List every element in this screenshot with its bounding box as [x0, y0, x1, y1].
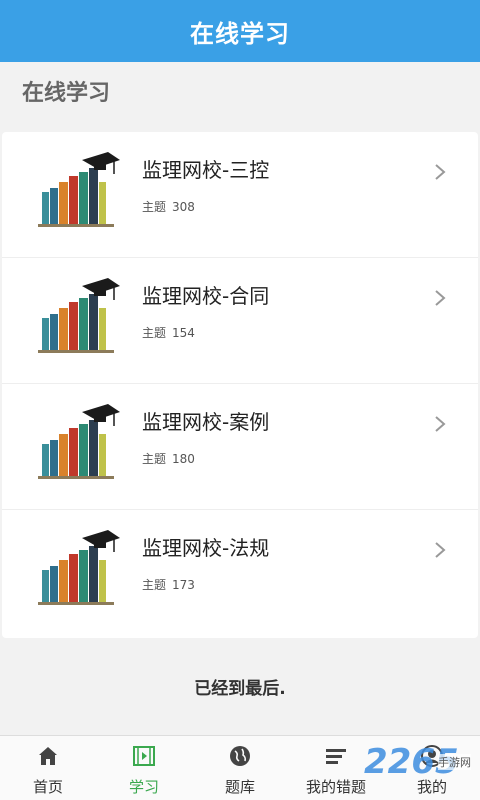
books-graduation-cap-icon [38, 278, 120, 353]
tab-my-mistakes[interactable]: 我的错题 [288, 736, 384, 800]
section-header: 在线学习 [0, 62, 480, 120]
tab-label: 我的 [416, 778, 447, 796]
meta-label: 主题 [142, 200, 167, 214]
end-of-list-note: 已经到最后. [0, 658, 480, 714]
globe-icon [230, 746, 250, 766]
list-icon [326, 749, 346, 764]
chevron-right-icon [435, 416, 446, 432]
topic-count: 154 [172, 326, 195, 340]
books-graduation-cap-icon [38, 404, 120, 479]
home-icon [39, 747, 57, 765]
app-header: 在线学习 [0, 0, 480, 62]
chevron-right-icon [435, 290, 446, 306]
meta-label: 主题 [142, 578, 167, 592]
course-meta: 主题 180 [142, 450, 195, 467]
section-title: 在线学习 [22, 81, 111, 106]
bottom-tab-bar: 首页 学习 题库 我的错题 我的 [0, 735, 480, 800]
topic-count: 173 [172, 578, 195, 592]
tab-label: 题库 [224, 778, 255, 796]
chevron-right-icon [435, 164, 446, 180]
tab-home[interactable]: 首页 [0, 736, 96, 800]
course-item[interactable]: 监理网校-案例 主题 180 [2, 384, 478, 510]
chevron-right-icon [435, 542, 446, 558]
tab-label: 我的错题 [305, 778, 366, 796]
course-name: 监理网校-三控 [142, 158, 270, 182]
tab-profile[interactable]: 我的 [384, 736, 480, 800]
course-item[interactable]: 监理网校-合同 主题 154 [2, 258, 478, 384]
books-graduation-cap-icon [38, 152, 120, 227]
video-icon [133, 746, 155, 766]
course-name: 监理网校-合同 [142, 284, 270, 308]
tab-label: 首页 [32, 778, 63, 796]
course-meta: 主题 154 [142, 324, 195, 341]
course-meta: 主题 173 [142, 576, 195, 593]
tab-question-bank[interactable]: 题库 [192, 736, 288, 800]
tab-study[interactable]: 学习 [96, 736, 192, 800]
tab-label: 学习 [128, 778, 159, 796]
end-of-list-text: 已经到最后. [194, 678, 286, 699]
meta-label: 主题 [142, 326, 167, 340]
course-item[interactable]: 监理网校-三控 主题 308 [2, 132, 478, 258]
course-name: 监理网校-案例 [142, 410, 270, 434]
books-graduation-cap-icon [38, 530, 120, 605]
course-name: 监理网校-法规 [142, 536, 270, 560]
meta-label: 主题 [142, 452, 167, 466]
user-icon [421, 745, 443, 767]
page-title: 在线学习 [190, 19, 290, 48]
course-list: 监理网校-三控 主题 308 监理网校-合同 主题 154 监理网校-案例 主题… [2, 132, 478, 638]
topic-count: 180 [172, 452, 195, 466]
course-meta: 主题 308 [142, 198, 195, 215]
course-item[interactable]: 监理网校-法规 主题 173 [2, 510, 478, 636]
topic-count: 308 [172, 200, 195, 214]
